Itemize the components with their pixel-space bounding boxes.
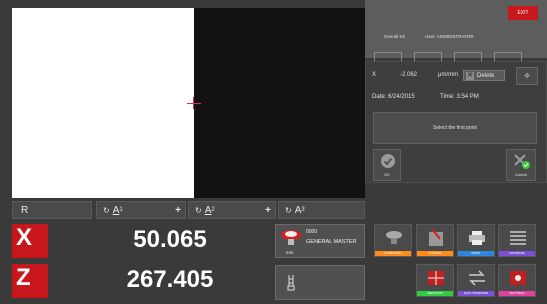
id-method-label: ID METHOD	[375, 251, 411, 256]
print-label: PRINT	[458, 251, 494, 256]
ok-button[interactable]: OK	[373, 149, 401, 181]
move-icon[interactable]: ✥	[516, 67, 538, 85]
cancel-icon	[514, 154, 530, 169]
a3-subscript: 3	[301, 207, 305, 213]
angle-a3-field[interactable]: ↻ A3	[278, 201, 365, 219]
dialog-axis: X	[372, 72, 377, 78]
hidden-tab	[414, 52, 442, 61]
database-tile[interactable]: DATABASE	[498, 224, 536, 257]
gauge-icon	[386, 231, 402, 244]
z-axis-badge[interactable]: Z	[12, 264, 48, 298]
dialog-value: -2.062	[400, 72, 418, 78]
a2-label: A	[204, 204, 212, 216]
printer-icon	[469, 231, 485, 245]
methods-label: METHODS	[417, 291, 453, 296]
exit-button[interactable]: EXIT	[508, 6, 538, 20]
a1-subscript: 1	[119, 207, 123, 213]
rotate-icon: ↻	[285, 205, 292, 215]
cancel-button[interactable]: Cancel	[506, 149, 536, 181]
list-icon	[510, 231, 526, 245]
master-code: 0000	[306, 229, 318, 235]
checkmark-icon	[381, 154, 395, 168]
dialog-units: μm/mm	[438, 72, 459, 78]
z-readout: 267.405	[126, 266, 214, 293]
x-axis-badge[interactable]: X	[12, 224, 48, 258]
camera-view-left[interactable]	[12, 8, 194, 198]
a3-label: A	[294, 204, 302, 216]
user-label: User: ADMINISTRATOR	[425, 34, 474, 39]
x-axis-label: X	[16, 224, 33, 251]
r-field[interactable]: R	[12, 201, 92, 219]
r-label: R	[21, 204, 29, 216]
master-selector[interactable]: 0000 GENERAL MASTER mm	[275, 224, 365, 258]
database-label: DATABASE	[499, 251, 535, 256]
cancel-label: Cancel	[514, 172, 528, 177]
ok-label: OK	[384, 172, 390, 177]
hidden-tab	[454, 52, 482, 61]
fixture-label: FIXTURE	[417, 251, 453, 256]
master-name: GENERAL MASTER	[306, 239, 357, 245]
add-a1-button[interactable]: +	[175, 205, 181, 216]
a2-subscript: 2	[211, 207, 215, 213]
rotate-icon: ↻	[103, 205, 110, 215]
x-readout: 50.065	[133, 226, 207, 253]
settings-tile[interactable]: SETTINGS	[498, 264, 536, 297]
data-transfer-tile[interactable]: DATA TRANSFER	[457, 264, 495, 297]
hidden-tab	[494, 52, 522, 61]
crosshair-horizontal	[187, 103, 201, 104]
id-method-tile[interactable]: ID METHOD	[374, 224, 412, 257]
settings-icon	[510, 271, 526, 285]
instruction-prompt: Select the first point	[373, 112, 537, 144]
probe-icon	[287, 275, 295, 291]
dialog-time: Time: 3:54 PM	[440, 94, 479, 100]
delete-icon: ✕	[466, 71, 474, 80]
angle-a2-field[interactable]: ↻ A2 +	[188, 201, 276, 219]
add-a2-button[interactable]: +	[265, 205, 271, 216]
data-transfer-label: DATA TRANSFER	[458, 291, 494, 296]
settings-label: SETTINGS	[499, 291, 535, 296]
methods-tile[interactable]: METHODS	[416, 264, 454, 297]
z-axis-label: Z	[16, 264, 31, 291]
hidden-tab	[374, 52, 402, 61]
gauge-icon	[281, 230, 301, 245]
camera-view-right[interactable]	[194, 8, 365, 198]
delete-button[interactable]: ✕ Delete	[463, 70, 505, 81]
dialog-date: Date: 6/24/2015	[372, 94, 415, 100]
fixture-tile[interactable]: FIXTURE	[416, 224, 454, 257]
angle-a1-field[interactable]: ↻ A1 +	[96, 201, 186, 219]
methods-icon	[428, 271, 444, 285]
a1-label: A	[112, 204, 120, 216]
probe-button[interactable]	[275, 265, 365, 300]
session-label: Overall K5	[384, 34, 406, 39]
crosshair-vertical	[193, 97, 194, 109]
fixture-icon	[429, 229, 443, 246]
print-tile[interactable]: PRINT	[457, 224, 495, 257]
master-units: mm	[286, 250, 294, 255]
transfer-icon	[469, 270, 485, 286]
rotate-icon: ↻	[195, 205, 202, 215]
delete-label: Delete	[477, 72, 495, 79]
